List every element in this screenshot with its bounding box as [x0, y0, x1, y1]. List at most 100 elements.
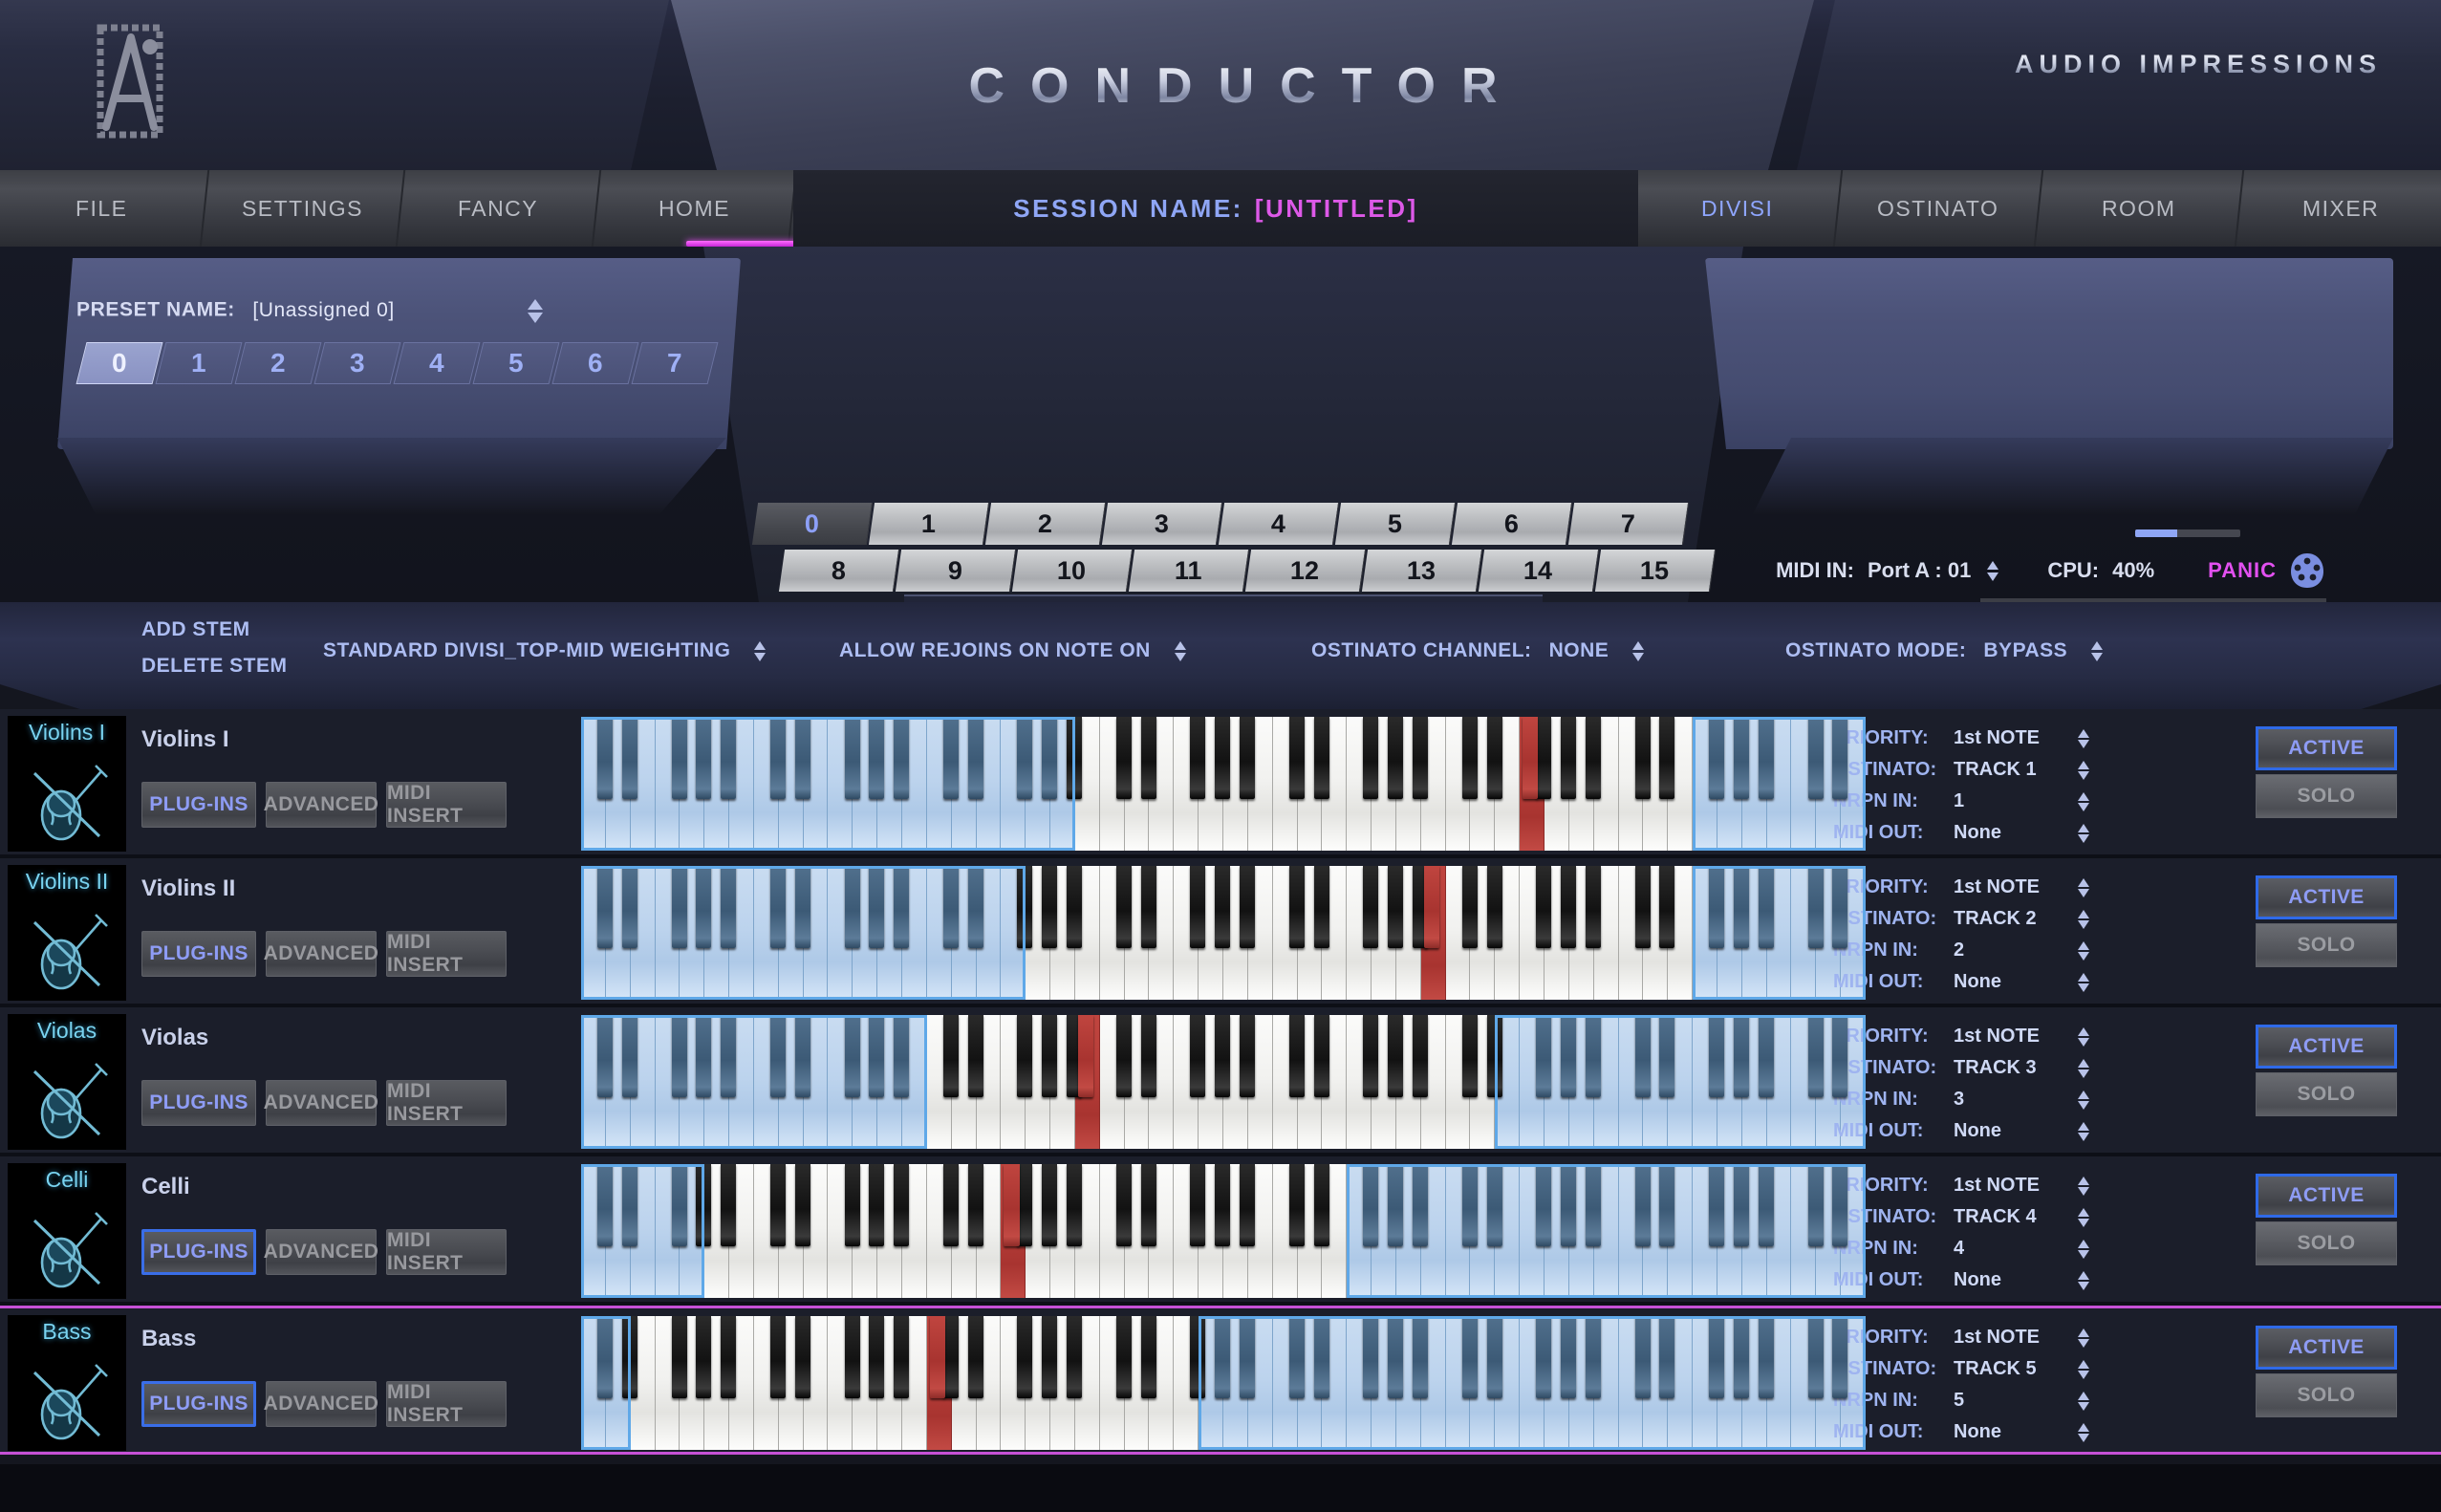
piano-black-key[interactable]	[844, 1316, 860, 1398]
piano-black-key[interactable]	[794, 1316, 810, 1398]
piano-black-key[interactable]	[1042, 717, 1058, 799]
param-ostinato[interactable]: OSTINATO: TRACK 2	[1833, 903, 2120, 935]
piano-black-key[interactable]	[1313, 1015, 1329, 1097]
piano-black-key[interactable]	[1634, 717, 1651, 799]
priority-stepper[interactable]	[2076, 1174, 2091, 1199]
weighting-stepper[interactable]	[751, 637, 768, 665]
slot-15[interactable]: 15	[1594, 550, 1717, 592]
piano-black-key[interactable]	[1733, 1164, 1749, 1246]
piano-black-key[interactable]	[794, 717, 810, 799]
piano-black-key[interactable]	[621, 717, 637, 799]
menu-item-file[interactable]: FILE	[0, 170, 210, 247]
piano-black-key[interactable]	[869, 1164, 885, 1246]
piano-black-key[interactable]	[1807, 1316, 1824, 1398]
piano-black-key[interactable]	[1561, 717, 1577, 799]
piano-black-key[interactable]	[1388, 717, 1404, 799]
piano-black-key[interactable]	[1240, 1164, 1256, 1246]
piano-black-key[interactable]	[671, 717, 687, 799]
piano-black-key[interactable]	[1486, 866, 1502, 948]
preset-number-4[interactable]: 4	[393, 342, 481, 384]
piano-black-key[interactable]	[844, 1015, 860, 1097]
param-priority[interactable]: PRIORITY: 1st NOTE	[1833, 723, 2120, 754]
nrpn-in-stepper[interactable]	[2076, 939, 2091, 963]
piano-black-key[interactable]	[1017, 866, 1033, 948]
piano-black-key[interactable]	[1634, 1316, 1651, 1398]
piano-black-key[interactable]	[1461, 1015, 1478, 1097]
piano-black-key[interactable]	[1561, 866, 1577, 948]
piano-black-key[interactable]	[1215, 1015, 1231, 1097]
piano-black-key[interactable]	[1486, 1316, 1502, 1398]
piano-black-key[interactable]	[721, 1164, 737, 1246]
plugins-button[interactable]: PLUG-INS	[141, 1080, 256, 1126]
midi-out-stepper[interactable]	[2076, 1119, 2091, 1144]
piano-black-key[interactable]	[1758, 1015, 1774, 1097]
piano-black-key[interactable]	[869, 866, 885, 948]
param-midi-out[interactable]: MIDI OUT: None	[1833, 1264, 2120, 1296]
slot-13[interactable]: 13	[1361, 550, 1483, 592]
row-active-button[interactable]: ACTIVE	[2256, 726, 2397, 770]
slot-12[interactable]: 12	[1244, 550, 1367, 592]
piano-black-key[interactable]	[894, 1316, 910, 1398]
piano-black-key[interactable]	[1067, 717, 1083, 799]
piano-black-key[interactable]	[1215, 1164, 1231, 1246]
ostinato-mode-selector[interactable]: OSTINATO MODE: BYPASS	[1785, 637, 2106, 665]
piano-black-key[interactable]	[1313, 866, 1329, 948]
slot-11[interactable]: 11	[1128, 550, 1250, 592]
piano-black-key[interactable]	[696, 866, 712, 948]
param-nrpn-in[interactable]: NRPN IN: 2	[1833, 935, 2120, 966]
param-ostinato[interactable]: OSTINATO: TRACK 3	[1833, 1052, 2120, 1084]
piano-black-key[interactable]	[1190, 866, 1206, 948]
piano-black-key[interactable]	[1733, 1015, 1749, 1097]
piano-black-key[interactable]	[1240, 1015, 1256, 1097]
instrument-thumbnail[interactable]: Violins I	[8, 716, 126, 852]
slot-14[interactable]: 14	[1478, 550, 1600, 592]
menu-item-fancy[interactable]: FANCY	[397, 170, 602, 247]
piano-black-key[interactable]	[1140, 1164, 1156, 1246]
midi-out-stepper[interactable]	[2076, 821, 2091, 846]
param-nrpn-in[interactable]: NRPN IN: 3	[1833, 1084, 2120, 1115]
piano-black-key[interactable]	[1659, 1015, 1675, 1097]
piano-black-key[interactable]	[1486, 1164, 1502, 1246]
advanced-button[interactable]: ADVANCED	[264, 782, 378, 828]
piano-black-key[interactable]	[1115, 866, 1132, 948]
preset-number-5[interactable]: 5	[472, 342, 560, 384]
slot-1[interactable]: 1	[868, 503, 990, 545]
piano-black-key[interactable]	[1709, 1316, 1725, 1398]
ostinato-stepper[interactable]	[2076, 907, 2091, 932]
piano-black-key[interactable]	[1388, 1015, 1404, 1097]
piano-black-key[interactable]	[1585, 1015, 1601, 1097]
plugins-button[interactable]: PLUG-INS	[141, 782, 256, 828]
ostinato-stepper[interactable]	[2076, 1205, 2091, 1230]
slot-5[interactable]: 5	[1334, 503, 1457, 545]
piano-black-key[interactable]	[1561, 1164, 1577, 1246]
param-priority[interactable]: PRIORITY: 1st NOTE	[1833, 1170, 2120, 1201]
piano-black-key[interactable]	[1288, 866, 1305, 948]
piano-black-key[interactable]	[894, 1164, 910, 1246]
piano-black-key[interactable]	[721, 1015, 737, 1097]
piano-black-key[interactable]	[1388, 866, 1404, 948]
piano-black-key[interactable]	[1115, 1015, 1132, 1097]
piano-black-key[interactable]	[1585, 1316, 1601, 1398]
piano-black-key[interactable]	[1240, 717, 1256, 799]
piano-black-key[interactable]	[721, 717, 737, 799]
piano-black-key[interactable]	[1140, 1015, 1156, 1097]
piano-black-key[interactable]	[942, 1015, 959, 1097]
piano-black-key[interactable]	[967, 1164, 983, 1246]
row-midi-insert-button[interactable]: MIDI INSERT	[386, 1080, 507, 1126]
piano-black-key[interactable]	[1115, 1316, 1132, 1398]
piano-black-key[interactable]	[942, 1316, 959, 1398]
piano-black-key[interactable]	[1709, 1164, 1725, 1246]
piano-black-key[interactable]	[1067, 1164, 1083, 1246]
row-solo-button[interactable]: SOLO	[2256, 1072, 2397, 1116]
piano-black-key[interactable]	[1585, 717, 1601, 799]
piano-black-key[interactable]	[1733, 717, 1749, 799]
piano-black-key[interactable]	[967, 1015, 983, 1097]
piano-black-key[interactable]	[1042, 1316, 1058, 1398]
piano-black-key[interactable]	[1042, 1164, 1058, 1246]
param-midi-out[interactable]: MIDI OUT: None	[1833, 1416, 2120, 1448]
piano-black-key[interactable]	[844, 717, 860, 799]
piano-black-key[interactable]	[1412, 1316, 1428, 1398]
piano-black-key[interactable]	[1115, 717, 1132, 799]
ostinato-channel-selector[interactable]: OSTINATO CHANNEL: NONE	[1311, 637, 1647, 665]
piano-black-key[interactable]	[1115, 1164, 1132, 1246]
